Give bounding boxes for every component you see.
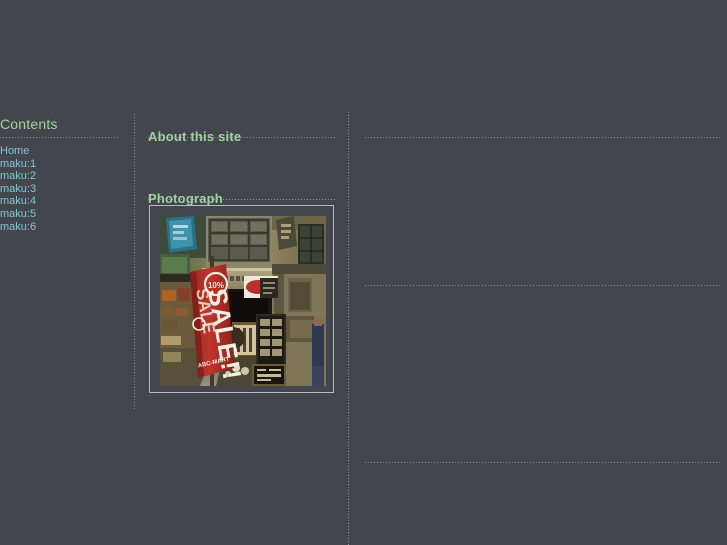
right-rule-middle xyxy=(365,285,720,286)
about-heading-divider xyxy=(148,137,336,138)
right-rule-bottom xyxy=(365,462,720,463)
sidebar-column-divider xyxy=(134,114,135,410)
sidebar-title-divider xyxy=(0,137,118,138)
sidebar-item-maku-3[interactable]: maku:3 xyxy=(0,183,126,196)
sidebar-title: Contents xyxy=(0,116,58,132)
sidebar-item-home[interactable]: Home xyxy=(0,145,126,158)
sidebar-item-maku-5[interactable]: maku:5 xyxy=(0,208,126,221)
sidebar-item-maku-1[interactable]: maku:1 xyxy=(0,158,126,171)
photograph-heading-divider xyxy=(148,199,336,200)
sidebar-item-maku-4[interactable]: maku:4 xyxy=(0,195,126,208)
sidebar-nav: Home maku:1 maku:2 maku:3 maku:4 maku:5 … xyxy=(0,145,126,233)
sidebar: Contents Home maku:1 maku:2 maku:3 maku:… xyxy=(0,112,134,412)
right-column-divider xyxy=(348,112,349,545)
photograph-illustration: 10% SALE!! SALE ABC-MART xyxy=(160,216,326,386)
sidebar-item-maku-2[interactable]: maku:2 xyxy=(0,170,126,183)
photograph-image[interactable]: 10% SALE!! SALE ABC-MART xyxy=(160,216,326,386)
sidebar-item-maku-6[interactable]: maku:6 xyxy=(0,221,126,234)
right-rule-top xyxy=(365,137,720,138)
